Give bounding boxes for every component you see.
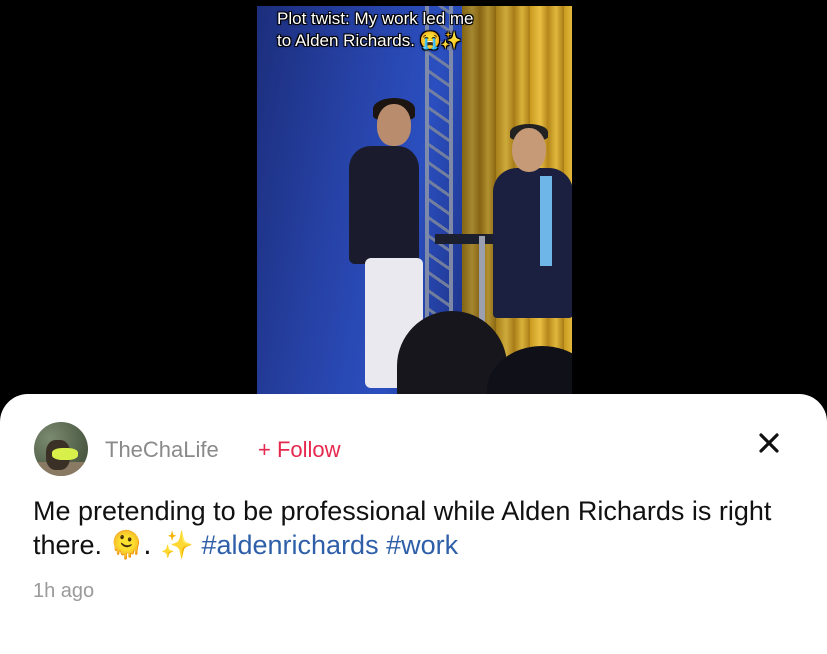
hashtag-link[interactable]: #work	[386, 530, 458, 560]
post-detail-sheet: TheChaLife + Follow Me pretending to be …	[0, 394, 827, 654]
post-timestamp: 1h ago	[33, 580, 95, 602]
podium	[435, 234, 495, 244]
video-player[interactable]: Plot twist: My work led me to Alden Rich…	[257, 6, 572, 406]
avatar-cushion	[52, 448, 78, 460]
close-button[interactable]	[752, 426, 786, 460]
stage-truss	[425, 6, 453, 326]
video-caption-line: to Alden Richards. 😭✨	[277, 31, 463, 50]
post-caption-emoji: 🫠. ✨	[109, 530, 194, 561]
close-icon	[759, 433, 779, 453]
video-caption: Plot twist: My work led me to Alden Rich…	[257, 8, 572, 52]
avatar[interactable]	[34, 422, 88, 476]
presenter-head	[512, 128, 546, 172]
hashtag-link[interactable]: #aldenrichards	[201, 530, 378, 560]
username[interactable]: TheChaLife	[105, 437, 219, 463]
video-caption-line: Plot twist: My work led me	[277, 9, 474, 28]
presenter-tie	[540, 176, 552, 266]
presenter-body	[493, 168, 572, 318]
person-body	[349, 146, 419, 264]
post-caption: Me pretending to be professional while A…	[33, 494, 803, 563]
follow-button[interactable]: + Follow	[258, 437, 341, 463]
person-head	[377, 104, 411, 146]
